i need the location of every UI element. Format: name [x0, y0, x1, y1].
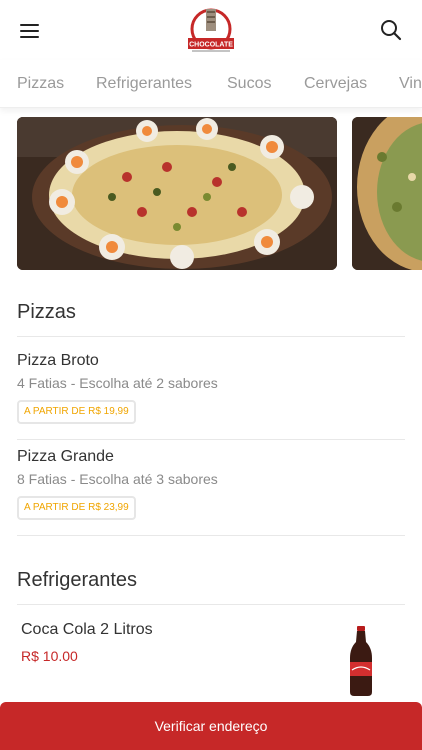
item-name: Pizza Grande — [17, 448, 114, 465]
section-title-pizzas: Pizzas — [17, 301, 76, 323]
app-header: CHOCOLATE — [0, 0, 422, 60]
hamburger-menu-icon[interactable] — [20, 24, 39, 38]
tab-vinhos[interactable]: Vinhos — [399, 75, 422, 93]
image-carousel[interactable] — [0, 117, 422, 271]
tab-refrigerantes[interactable]: Refrigerantes — [96, 75, 192, 93]
item-name: Pizza Broto — [17, 352, 99, 369]
category-tabs: Pizzas Refrigerantes Sucos Cervejas Vinh… — [0, 60, 422, 108]
item-description: 8 Fatias - Escolha até 3 sabores — [17, 471, 218, 487]
verify-address-button[interactable]: Verificar endereço — [0, 702, 422, 750]
section-title-refrigerantes: Refrigerantes — [17, 569, 138, 591]
carousel-slide-next[interactable] — [352, 117, 422, 270]
product-name: Coca Cola 2 Litros — [21, 621, 153, 638]
logo-text: CHOCOLATE — [189, 42, 233, 49]
coca-cola-bottle-image — [350, 626, 372, 696]
restaurant-logo[interactable]: CHOCOLATE — [184, 5, 238, 57]
divider — [17, 336, 405, 337]
pizza-photo — [17, 117, 337, 270]
search-icon[interactable] — [380, 19, 402, 41]
price-badge: A PARTIR DE R$ 23,99 — [17, 496, 136, 520]
tab-sucos[interactable]: Sucos — [227, 75, 271, 93]
tab-cervejas[interactable]: Cervejas — [304, 75, 367, 93]
divider — [17, 604, 405, 605]
divider — [17, 439, 405, 440]
divider — [17, 535, 405, 536]
item-description: 4 Fatias - Escolha até 2 sabores — [17, 375, 218, 391]
price-badge: A PARTIR DE R$ 19,99 — [17, 400, 136, 424]
product-price: R$ 10.00 — [21, 648, 78, 664]
carousel-slide-pizza[interactable] — [17, 117, 337, 270]
pizza-photo-2 — [352, 117, 422, 270]
tab-pizzas[interactable]: Pizzas — [17, 75, 64, 93]
